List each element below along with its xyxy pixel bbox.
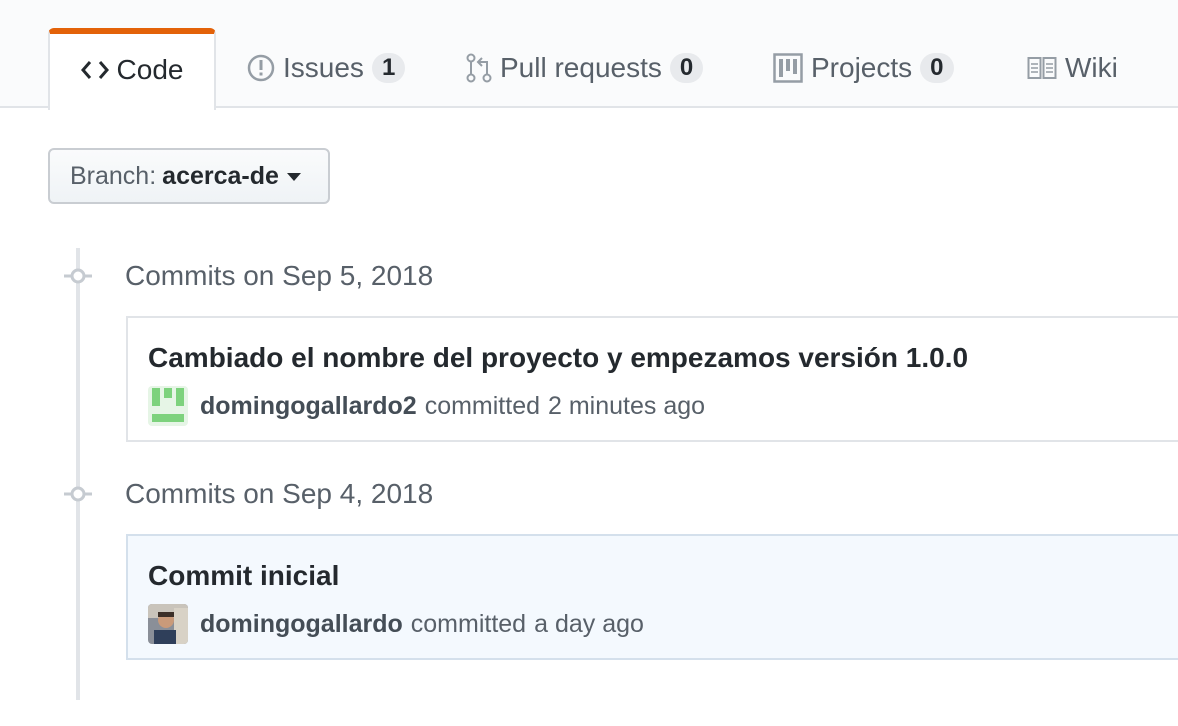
repo-nav: Code Issues 1 Pull requests 0 Projects 0… bbox=[0, 0, 1178, 110]
issues-counter: 1 bbox=[371, 53, 406, 83]
commit-node-icon bbox=[64, 268, 92, 284]
projects-counter: 0 bbox=[920, 53, 954, 83]
tab-issues[interactable]: Issues 1 bbox=[247, 28, 406, 108]
pull-requests-counter: 0 bbox=[669, 53, 704, 83]
commit-time: a day ago bbox=[534, 609, 644, 638]
commit-title-link[interactable]: Commit inicial bbox=[148, 560, 339, 592]
commit-group-heading: Commits on Sep 5, 2018 bbox=[125, 260, 434, 291]
commit-action: committed bbox=[410, 609, 527, 638]
issue-opened-icon bbox=[247, 54, 275, 82]
commit-node-icon bbox=[64, 486, 92, 502]
project-icon bbox=[773, 53, 803, 83]
tab-wiki-label: Wiki bbox=[1065, 52, 1118, 83]
commit-title-link[interactable]: Cambiado el nombre del proyecto y empeza… bbox=[148, 342, 968, 374]
commit-item: Cambiado el nombre del proyecto y empeza… bbox=[126, 316, 1178, 442]
tab-pull-requests[interactable]: Pull requests 0 bbox=[466, 28, 704, 108]
git-pull-request-icon bbox=[466, 53, 492, 83]
commit-author-link[interactable]: domingogallardo2 bbox=[200, 392, 417, 421]
avatar[interactable] bbox=[148, 604, 188, 644]
timeline-line bbox=[76, 248, 80, 700]
tab-projects-label: Projects bbox=[811, 52, 913, 83]
book-icon bbox=[1027, 56, 1057, 80]
commit-author-link[interactable]: domingogallardo bbox=[200, 610, 403, 639]
tab-code[interactable]: Code bbox=[48, 28, 216, 110]
commit-meta: domingogallardo committed a day ago bbox=[148, 604, 644, 644]
tab-pull-requests-label: Pull requests bbox=[500, 52, 662, 83]
tab-projects[interactable]: Projects 0 bbox=[773, 28, 954, 108]
tab-wiki[interactable]: Wiki bbox=[1027, 28, 1118, 108]
caret-down-icon bbox=[286, 173, 301, 181]
tab-issues-label: Issues bbox=[283, 52, 364, 83]
tab-code-label: Code bbox=[116, 54, 184, 85]
commit-group-heading: Commits on Sep 4, 2018 bbox=[125, 478, 434, 509]
commit-item: Commit inicial domingogallardo committed… bbox=[126, 534, 1178, 660]
commit-action: committed bbox=[424, 391, 540, 420]
commit-time: 2 minutes ago bbox=[548, 391, 706, 420]
code-icon bbox=[80, 58, 109, 82]
commit-meta: domingogallardo2 committed 2 minutes ago bbox=[148, 386, 705, 426]
branch-label: Branch: bbox=[70, 161, 157, 190]
branch-selector-button[interactable]: Branch: acerca-de bbox=[48, 148, 330, 204]
branch-name: acerca-de bbox=[162, 161, 279, 190]
avatar[interactable] bbox=[148, 386, 188, 426]
